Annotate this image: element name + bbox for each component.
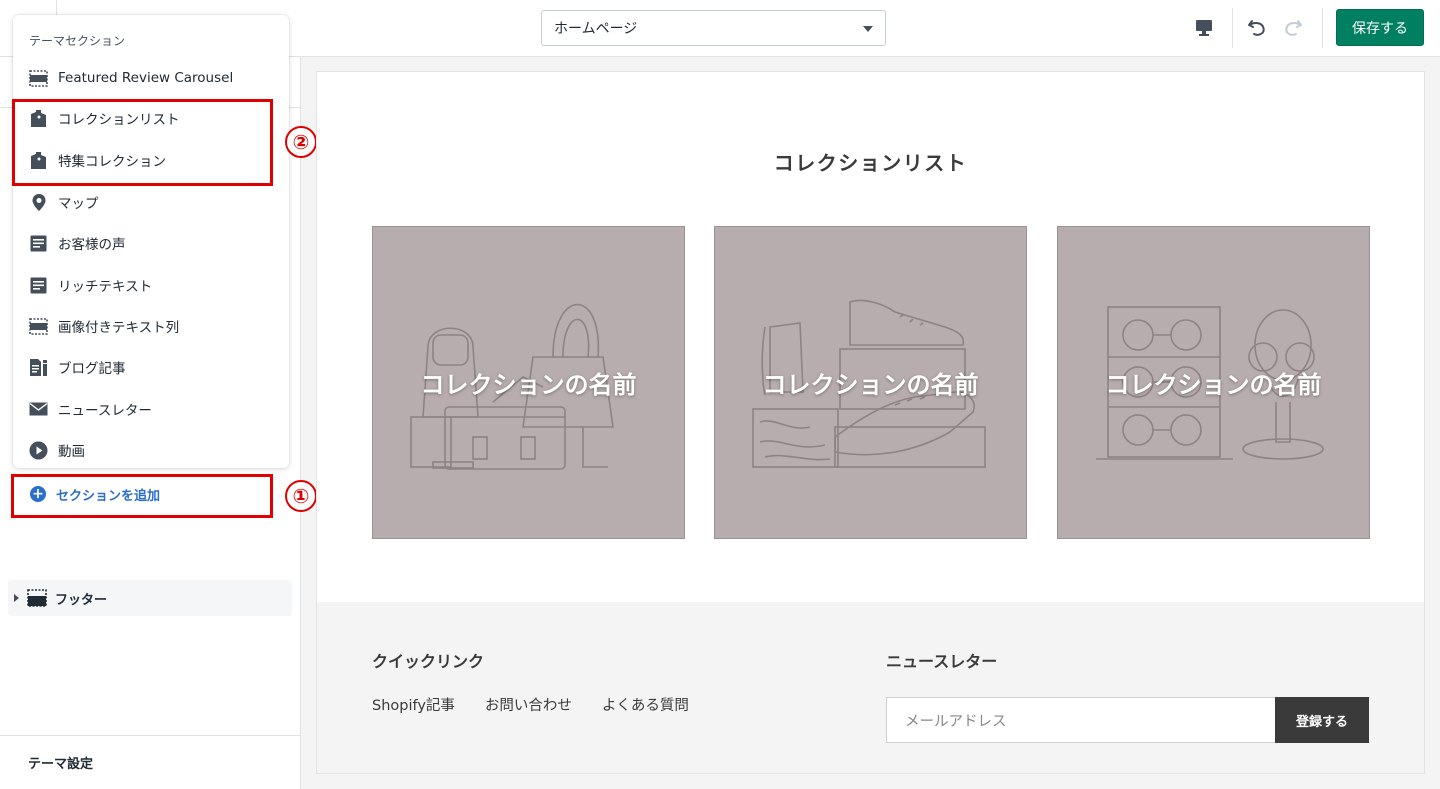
section-option-newsletter[interactable]: ニュースレター bbox=[13, 389, 289, 429]
section-option-label: 動画 bbox=[58, 444, 85, 460]
divider bbox=[56, 0, 57, 16]
annotation-number-1: ① bbox=[285, 480, 317, 512]
section-option-map[interactable]: マップ bbox=[13, 182, 289, 222]
text-block-icon bbox=[29, 276, 48, 295]
section-option-image-text-columns[interactable]: 画像付きテキスト列 bbox=[13, 306, 289, 346]
collection-name: コレクションの名前 bbox=[762, 371, 979, 399]
theme-sections-popover: テーマセクション Featured Review Carousel コレクション… bbox=[13, 15, 289, 468]
envelope-icon bbox=[29, 400, 48, 419]
theme-settings-link[interactable]: テーマ設定 bbox=[28, 753, 93, 772]
subscribe-button[interactable]: 登録する bbox=[1275, 697, 1369, 743]
store-footer: クイックリンク Shopify記事 お問い合わせ よくある質問 ニュースレター … bbox=[317, 602, 1424, 773]
collection-card[interactable]: コレクションの名前 bbox=[714, 226, 1027, 539]
text-block-icon bbox=[29, 234, 48, 253]
play-icon bbox=[29, 441, 48, 460]
divider bbox=[1232, 8, 1233, 48]
section-option-label: マップ bbox=[58, 196, 99, 212]
caret-right-icon bbox=[14, 594, 19, 602]
divider bbox=[0, 735, 300, 736]
save-button[interactable]: 保存する bbox=[1336, 9, 1424, 46]
section-option-label: 画像付きテキスト列 bbox=[58, 320, 180, 336]
section-option-featured-review-carousel[interactable]: Featured Review Carousel bbox=[13, 58, 289, 98]
storefront-preview: コレクションリスト コレクションの名前 コレクションの名前 コレクションの名前 … bbox=[316, 71, 1425, 774]
undo-icon[interactable] bbox=[1243, 14, 1271, 42]
annotation-box-1 bbox=[11, 474, 273, 518]
map-pin-icon bbox=[29, 193, 48, 212]
desktop-view-icon[interactable] bbox=[1190, 14, 1218, 42]
page-selector-value: ホームページ bbox=[554, 21, 638, 37]
divider bbox=[1322, 8, 1323, 48]
quicklinks-title: クイックリンク bbox=[372, 652, 485, 671]
blog-icon bbox=[29, 358, 48, 377]
collection-name: コレクションの名前 bbox=[420, 371, 637, 399]
section-option-label: Featured Review Carousel bbox=[58, 70, 234, 86]
footer-link[interactable]: よくある質問 bbox=[602, 694, 689, 715]
page-selector[interactable]: ホームページ bbox=[541, 10, 886, 46]
annotation-number-2: ② bbox=[285, 126, 317, 158]
footer-label: フッター bbox=[55, 592, 108, 608]
section-option-blog-posts[interactable]: ブログ記事 bbox=[13, 347, 289, 387]
collection-card[interactable]: コレクションの名前 bbox=[1057, 226, 1370, 539]
section-option-rich-text[interactable]: リッチテキスト bbox=[13, 265, 289, 305]
sidebar-item-footer[interactable]: フッター bbox=[8, 580, 292, 616]
section-option-label: お客様の声 bbox=[58, 237, 126, 253]
section-image-icon bbox=[29, 317, 48, 336]
redo-icon[interactable] bbox=[1279, 14, 1307, 42]
annotation-box-2 bbox=[12, 99, 273, 186]
footer-section-icon bbox=[27, 589, 47, 607]
footer-link[interactable]: Shopify記事 bbox=[372, 694, 455, 715]
chevron-down-icon bbox=[863, 26, 873, 32]
collection-list-title: コレクションリスト bbox=[773, 151, 968, 175]
section-option-label: ニュースレター bbox=[58, 403, 152, 419]
section-option-label: ブログ記事 bbox=[58, 361, 126, 377]
section-option-testimonials[interactable]: お客様の声 bbox=[13, 223, 289, 263]
popover-heading: テーマセクション bbox=[29, 34, 126, 48]
section-image-icon bbox=[29, 69, 48, 88]
quicklinks-list: Shopify記事 お問い合わせ よくある質問 bbox=[372, 694, 689, 715]
footer-link[interactable]: お問い合わせ bbox=[485, 694, 572, 715]
collection-name: コレクションの名前 bbox=[1105, 371, 1322, 399]
email-input[interactable]: メールアドレス bbox=[886, 697, 1276, 743]
newsletter-title: ニュースレター bbox=[886, 652, 998, 671]
section-option-label: リッチテキスト bbox=[58, 279, 153, 295]
section-option-video[interactable]: 動画 bbox=[13, 430, 289, 470]
collection-card[interactable]: コレクションの名前 bbox=[372, 226, 685, 539]
